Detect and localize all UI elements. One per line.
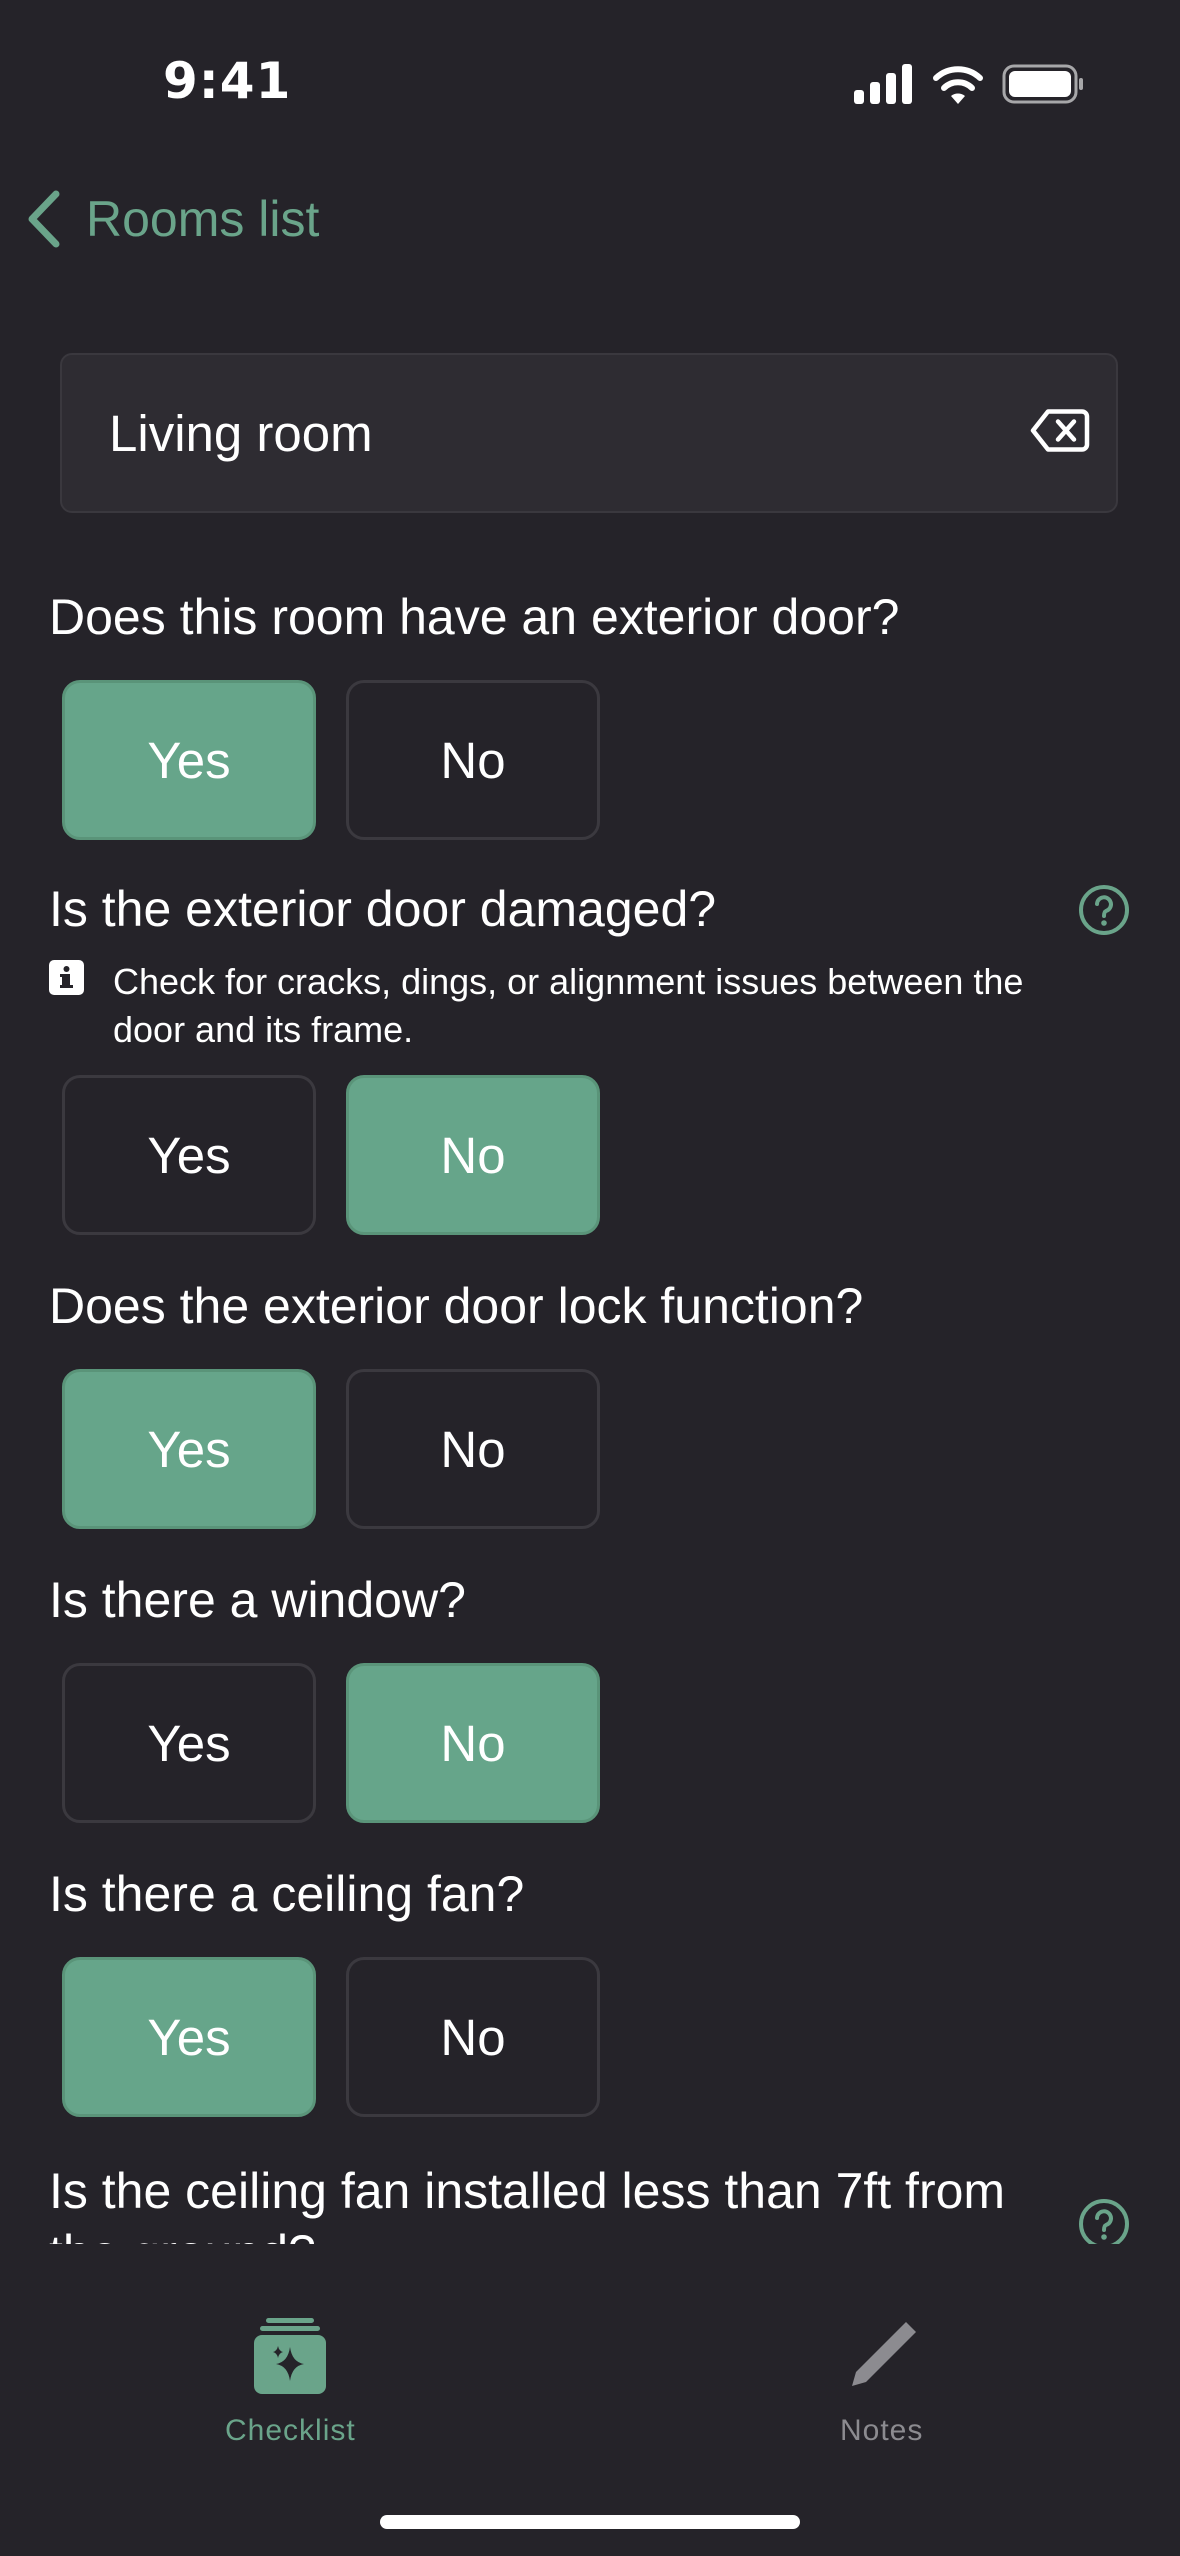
question-exterior-door: Does this room have an exterior door? <box>49 589 900 645</box>
question-door-damaged: Is the exterior door damaged? <box>49 881 717 937</box>
yes-button[interactable]: Yes <box>62 1075 316 1235</box>
signal-icon <box>854 64 912 104</box>
wifi-icon <box>933 66 983 104</box>
clear-input-button[interactable] <box>1030 408 1090 459</box>
answer-group-door-damaged: Yes No <box>62 1075 600 1235</box>
answer-group-exterior-door: Yes No <box>62 680 600 840</box>
backspace-icon <box>1030 409 1090 452</box>
room-name-field[interactable]: Living room <box>60 353 1118 513</box>
answer-group-door-lock: Yes No <box>62 1369 600 1529</box>
yes-button[interactable]: Yes <box>62 1663 316 1823</box>
battery-icon <box>1002 64 1083 104</box>
tab-label: Notes <box>840 2414 924 2447</box>
help-icon[interactable] <box>1078 2198 1130 2250</box>
chevron-left-icon <box>28 190 60 248</box>
question-door-lock: Does the exterior door lock function? <box>49 1278 864 1334</box>
help-icon[interactable] <box>1078 884 1130 936</box>
no-button[interactable]: No <box>346 680 600 840</box>
back-button[interactable]: Rooms list <box>24 190 319 248</box>
no-button[interactable]: No <box>346 1957 600 2117</box>
info-icon <box>49 960 84 995</box>
checklist-sparkle-icon <box>254 2318 327 2394</box>
home-indicator <box>380 2515 800 2529</box>
pencil-icon <box>851 2322 916 2386</box>
question-window: Is there a window? <box>49 1572 466 1628</box>
yes-button[interactable]: Yes <box>62 1957 316 2117</box>
answer-group-window: Yes No <box>62 1663 600 1823</box>
yes-button[interactable]: Yes <box>62 1369 316 1529</box>
back-label: Rooms list <box>86 191 320 247</box>
hint-text: Check for cracks, dings, or alignment is… <box>113 961 1024 1050</box>
no-button[interactable]: No <box>346 1369 600 1529</box>
answer-group-ceiling-fan: Yes No <box>62 1957 600 2117</box>
hint: Check for cracks, dings, or alignment is… <box>49 958 1099 1054</box>
status-time: 9:41 <box>163 52 292 110</box>
status-icons <box>854 64 1084 104</box>
tab-bar <box>0 2244 1180 2556</box>
tab-notes[interactable]: Notes <box>840 2318 923 2448</box>
room-name-value[interactable]: Living room <box>109 404 373 463</box>
no-button[interactable]: No <box>346 1663 600 1823</box>
tab-checklist[interactable]: Checklist <box>225 2318 356 2448</box>
question-ceiling-fan: Is there a ceiling fan? <box>49 1866 525 1922</box>
no-button[interactable]: No <box>346 1075 600 1235</box>
yes-button[interactable]: Yes <box>62 680 316 840</box>
tab-label: Checklist <box>225 2414 356 2447</box>
